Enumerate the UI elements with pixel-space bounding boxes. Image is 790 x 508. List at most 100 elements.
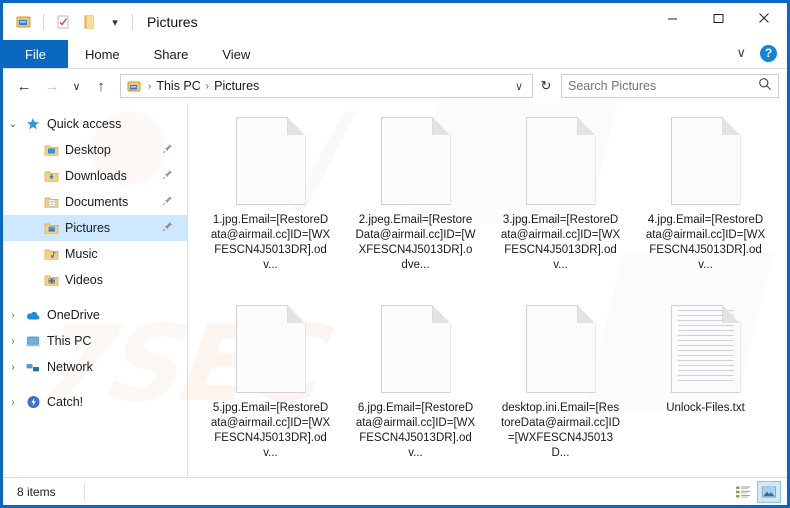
pin-icon[interactable] bbox=[162, 193, 173, 211]
search-box[interactable] bbox=[561, 74, 779, 98]
file-item[interactable]: 6.jpg.Email=[RestoreData@airmail.cc]ID=[… bbox=[343, 301, 488, 477]
blank-document-icon bbox=[525, 117, 596, 205]
file-list-pane[interactable]: 1.jpg.Email=[RestoreData@airmail.cc]ID=[… bbox=[187, 103, 787, 477]
folder-icon[interactable] bbox=[78, 11, 100, 33]
sidebar-item-label: This PC bbox=[47, 334, 92, 348]
pin-icon[interactable] bbox=[162, 141, 173, 159]
pin-icon[interactable] bbox=[162, 219, 173, 237]
file-name: 5.jpg.Email=[RestoreData@airmail.cc]ID=[… bbox=[210, 402, 331, 459]
file-item[interactable]: 1.jpg.Email=[RestoreData@airmail.cc]ID=[… bbox=[198, 113, 343, 301]
file-item[interactable]: Unlock-Files.txt bbox=[633, 301, 778, 477]
help-button[interactable]: ? bbox=[760, 44, 777, 62]
search-icon[interactable] bbox=[758, 77, 772, 96]
blank-document-icon bbox=[235, 117, 306, 205]
details-view-button[interactable] bbox=[731, 481, 755, 503]
recent-locations-button[interactable]: ∨ bbox=[67, 73, 86, 99]
breadcrumb[interactable]: › This PC › Pictures ∨ bbox=[120, 74, 533, 98]
folder-downloads-icon bbox=[41, 169, 61, 183]
explorer-window: / 7SEC bbox=[0, 0, 790, 508]
explorer-body: ⌄ Quick access Desktop Downloads Documen… bbox=[3, 103, 787, 477]
collapse-ribbon-icon[interactable]: ∨ bbox=[730, 43, 752, 63]
sidebar-item-this-pc[interactable]: › This PC bbox=[3, 328, 187, 354]
up-button[interactable]: ↑ bbox=[88, 73, 114, 99]
folder-documents-icon bbox=[41, 195, 61, 209]
catch-icon bbox=[23, 395, 43, 409]
view-mode-buttons bbox=[731, 480, 781, 503]
chevron-down-icon[interactable]: ▾ bbox=[104, 11, 126, 33]
sidebar-item-pictures[interactable]: Pictures bbox=[3, 215, 187, 241]
sidebar-item-documents[interactable]: Documents bbox=[3, 189, 187, 215]
sidebar-item-label: Music bbox=[65, 247, 98, 261]
quick-access-toolbar: ▾ bbox=[13, 11, 126, 33]
title-bar: ▾ Pictures bbox=[3, 3, 787, 41]
tab-file[interactable]: File bbox=[3, 40, 68, 68]
sidebar-item-downloads[interactable]: Downloads bbox=[3, 163, 187, 189]
minimize-button[interactable] bbox=[649, 3, 695, 33]
refresh-button[interactable]: ↻ bbox=[535, 74, 557, 98]
tab-view[interactable]: View bbox=[205, 40, 267, 68]
maximize-button[interactable] bbox=[695, 3, 741, 33]
sidebar-item-videos[interactable]: Videos bbox=[3, 267, 187, 293]
chevron-right-icon[interactable]: › bbox=[3, 397, 23, 408]
navigation-pane[interactable]: ⌄ Quick access Desktop Downloads Documen… bbox=[3, 103, 187, 477]
sidebar-item-label: Network bbox=[47, 360, 93, 374]
sidebar-item-catch[interactable]: › Catch! bbox=[3, 389, 187, 415]
file-name: 2.jpeg.Email=[RestoreData@airmail.cc]ID=… bbox=[355, 214, 476, 271]
file-item[interactable]: 2.jpeg.Email=[RestoreData@airmail.cc]ID=… bbox=[343, 113, 488, 301]
new-folder-icon[interactable] bbox=[52, 11, 74, 33]
back-button[interactable]: ← bbox=[11, 73, 37, 99]
ribbon-right-controls: ∨ ? bbox=[730, 43, 783, 63]
blank-document-icon bbox=[380, 305, 451, 393]
chevron-right-icon[interactable]: › bbox=[3, 336, 23, 347]
breadcrumb-item-pictures[interactable]: Pictures bbox=[212, 79, 261, 93]
breadcrumb-separator: › bbox=[148, 80, 152, 92]
breadcrumb-item-this-pc[interactable]: This PC bbox=[154, 79, 202, 93]
sidebar-item-music[interactable]: Music bbox=[3, 241, 187, 267]
blank-document-icon bbox=[380, 117, 451, 205]
file-name: 1.jpg.Email=[RestoreData@airmail.cc]ID=[… bbox=[210, 214, 331, 271]
forward-button: → bbox=[44, 77, 60, 95]
toolbar-divider bbox=[43, 14, 44, 30]
this-pc-icon bbox=[23, 335, 43, 348]
file-item[interactable]: 5.jpg.Email=[RestoreData@airmail.cc]ID=[… bbox=[198, 301, 343, 477]
pin-icon[interactable] bbox=[162, 167, 173, 185]
star-icon bbox=[23, 117, 43, 131]
title-divider bbox=[132, 14, 133, 30]
close-button[interactable] bbox=[741, 3, 787, 33]
tab-share[interactable]: Share bbox=[137, 40, 206, 68]
tab-home[interactable]: Home bbox=[68, 40, 137, 68]
sidebar-item-quick-access[interactable]: ⌄ Quick access bbox=[3, 111, 187, 137]
folder-pictures-icon bbox=[41, 221, 61, 235]
folder-music-icon bbox=[41, 247, 61, 261]
sidebar-item-onedrive[interactable]: › OneDrive bbox=[3, 302, 187, 328]
sidebar-item-desktop[interactable]: Desktop bbox=[3, 137, 187, 163]
file-name: Unlock-Files.txt bbox=[666, 402, 745, 414]
properties-icon[interactable] bbox=[13, 11, 35, 33]
folder-videos-icon bbox=[41, 273, 61, 287]
blank-document-icon bbox=[235, 305, 306, 393]
sidebar-item-label: Pictures bbox=[65, 221, 111, 235]
file-name: 3.jpg.Email=[RestoreData@airmail.cc]ID=[… bbox=[500, 214, 621, 271]
file-item[interactable]: 3.jpg.Email=[RestoreData@airmail.cc]ID=[… bbox=[488, 113, 633, 301]
text-document-icon bbox=[670, 305, 741, 393]
window-controls bbox=[649, 3, 787, 33]
breadcrumb-separator: › bbox=[205, 80, 210, 92]
folder-desktop-icon bbox=[41, 143, 61, 157]
breadcrumb-dropdown-icon[interactable]: ∨ bbox=[510, 80, 528, 93]
sidebar-item-label: Quick access bbox=[47, 117, 122, 131]
chevron-right-icon[interactable]: › bbox=[3, 362, 23, 373]
chevron-right-icon[interactable]: › bbox=[3, 310, 23, 321]
file-grid: 1.jpg.Email=[RestoreData@airmail.cc]ID=[… bbox=[198, 113, 787, 477]
status-bar: 8 items bbox=[3, 477, 787, 505]
sidebar-item-label: OneDrive bbox=[47, 308, 100, 322]
large-icons-view-button[interactable] bbox=[757, 480, 781, 503]
file-item[interactable]: 4.jpg.Email=[RestoreData@airmail.cc]ID=[… bbox=[633, 113, 778, 301]
file-name: 4.jpg.Email=[RestoreData@airmail.cc]ID=[… bbox=[645, 214, 766, 271]
chevron-down-icon[interactable]: ⌄ bbox=[3, 119, 23, 130]
file-item[interactable]: desktop.ini.Email=[RestoreData@airmail.c… bbox=[488, 301, 633, 477]
onedrive-icon bbox=[23, 309, 43, 322]
sidebar-item-network[interactable]: › Network bbox=[3, 354, 187, 380]
item-count-label: 8 items bbox=[17, 484, 56, 499]
search-input[interactable] bbox=[568, 79, 758, 93]
